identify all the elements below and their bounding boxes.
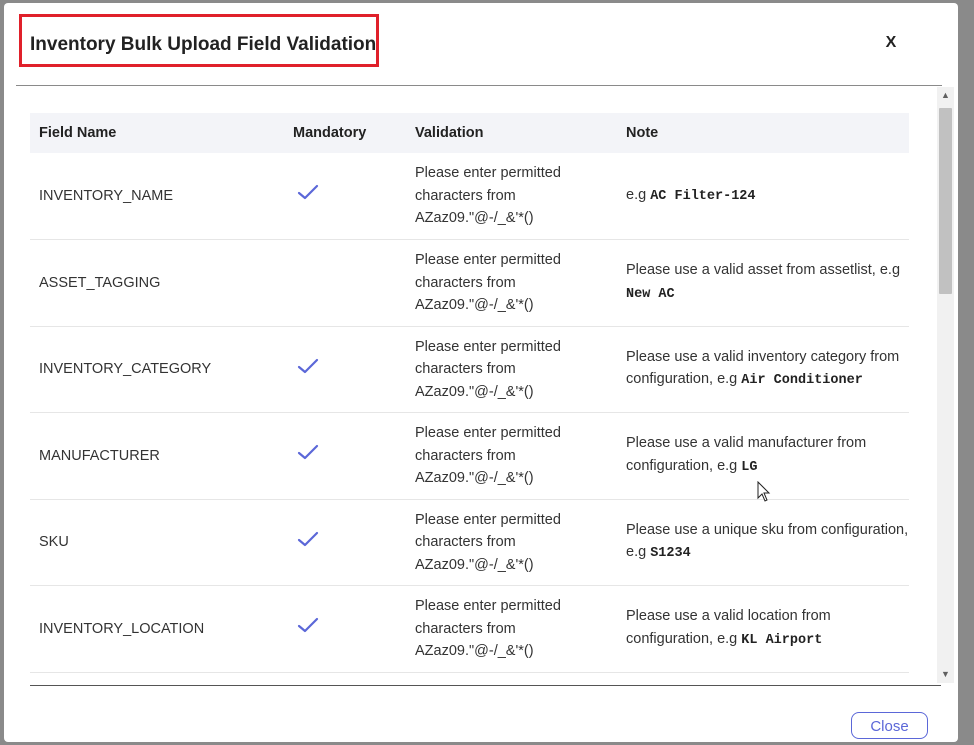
close-icon[interactable]: X (881, 34, 901, 54)
mandatory-cell (284, 239, 406, 327)
validation-cell: Please enter permitted characters from A… (406, 239, 617, 327)
mandatory-cell (284, 153, 406, 240)
check-icon (297, 185, 319, 200)
triangle-up-icon[interactable]: ▲ (937, 87, 954, 104)
footer-divider (30, 685, 941, 686)
note-example-code: Air Conditioner (741, 373, 863, 389)
note-cell: Please use a valid asset from assetlist,… (617, 239, 909, 327)
header-mandatory: Mandatory (284, 113, 406, 153)
field-name-cell: SKU (30, 499, 284, 586)
validation-cell: Please enter permitted characters from A… (406, 153, 617, 240)
note-cell: Please use a unique sku from configurati… (617, 499, 909, 586)
scrollbar-thumb[interactable] (939, 108, 952, 294)
field-name-cell: ASSET_TAGGING (30, 239, 284, 327)
table-row: INVENTORY_LOCATION Please enter permitted… (30, 585, 909, 673)
field-name-cell: MANUFACTURER (30, 412, 284, 500)
mandatory-cell (284, 585, 406, 673)
table-row: MANUFACTURER Please enter permitted chara… (30, 412, 909, 500)
note-text: e.g (626, 186, 651, 203)
header-field-name: Field Name (30, 113, 284, 153)
validation-cell: Please enter permitted characters from A… (406, 499, 617, 586)
note-text: Please use a valid asset from assetlist,… (626, 262, 901, 279)
validation-table: Field Name Mandatory Validation Note INV… (30, 113, 909, 673)
header-divider (16, 85, 942, 86)
validation-cell: Please enter permitted characters from A… (406, 412, 617, 500)
mandatory-cell (284, 412, 406, 500)
table-body: INVENTORY_NAME Please enter permitted cha… (30, 153, 909, 673)
check-icon (297, 531, 319, 546)
triangle-down-icon[interactable]: ▼ (937, 666, 954, 683)
table-scroll-area[interactable]: Field Name Mandatory Validation Note INV… (30, 113, 909, 673)
note-cell: e.g AC Filter-124 (617, 153, 909, 240)
header-note: Note (617, 113, 909, 153)
check-icon (297, 444, 319, 460)
table-row: ASSET_TAGGING Please enter permitted char… (30, 239, 909, 327)
field-name-cell: INVENTORY_NAME (30, 153, 284, 240)
header-validation: Validation (406, 113, 617, 153)
field-name-cell: INVENTORY_CATEGORY (30, 326, 284, 413)
note-example-code: S1234 (650, 546, 691, 562)
mandatory-cell (284, 326, 406, 413)
dialog-title: Inventory Bulk Upload Field Validation (30, 34, 377, 55)
note-example-code: LG (741, 459, 758, 475)
note-cell: Please use a valid inventory category fr… (617, 326, 909, 413)
validation-cell: Please enter permitted characters from A… (406, 585, 617, 673)
vertical-scrollbar[interactable]: ▲ ▼ (937, 87, 954, 683)
check-icon (297, 617, 319, 633)
check-icon (297, 358, 319, 373)
note-example-code: KL Airport (741, 632, 823, 648)
close-button[interactable]: Close (851, 712, 928, 739)
table-header-row: Field Name Mandatory Validation Note (30, 113, 909, 153)
validation-cell: Please enter permitted characters from A… (406, 326, 617, 413)
table-row: SKU Please enter permitted characters fro… (30, 499, 909, 586)
note-cell: Please use a valid location from configu… (617, 585, 909, 673)
note-example-code: AC Filter-124 (650, 188, 756, 204)
field-validation-dialog: Inventory Bulk Upload Field Validation X… (4, 3, 958, 742)
mandatory-cell (284, 499, 406, 586)
field-name-cell: INVENTORY_LOCATION (30, 585, 284, 673)
table-row: INVENTORY_CATEGORY Please enter permitted… (30, 326, 909, 413)
table-row: INVENTORY_NAME Please enter permitted cha… (30, 153, 909, 240)
mouse-pointer-icon (757, 481, 771, 502)
note-example-code: New AC (626, 286, 675, 302)
